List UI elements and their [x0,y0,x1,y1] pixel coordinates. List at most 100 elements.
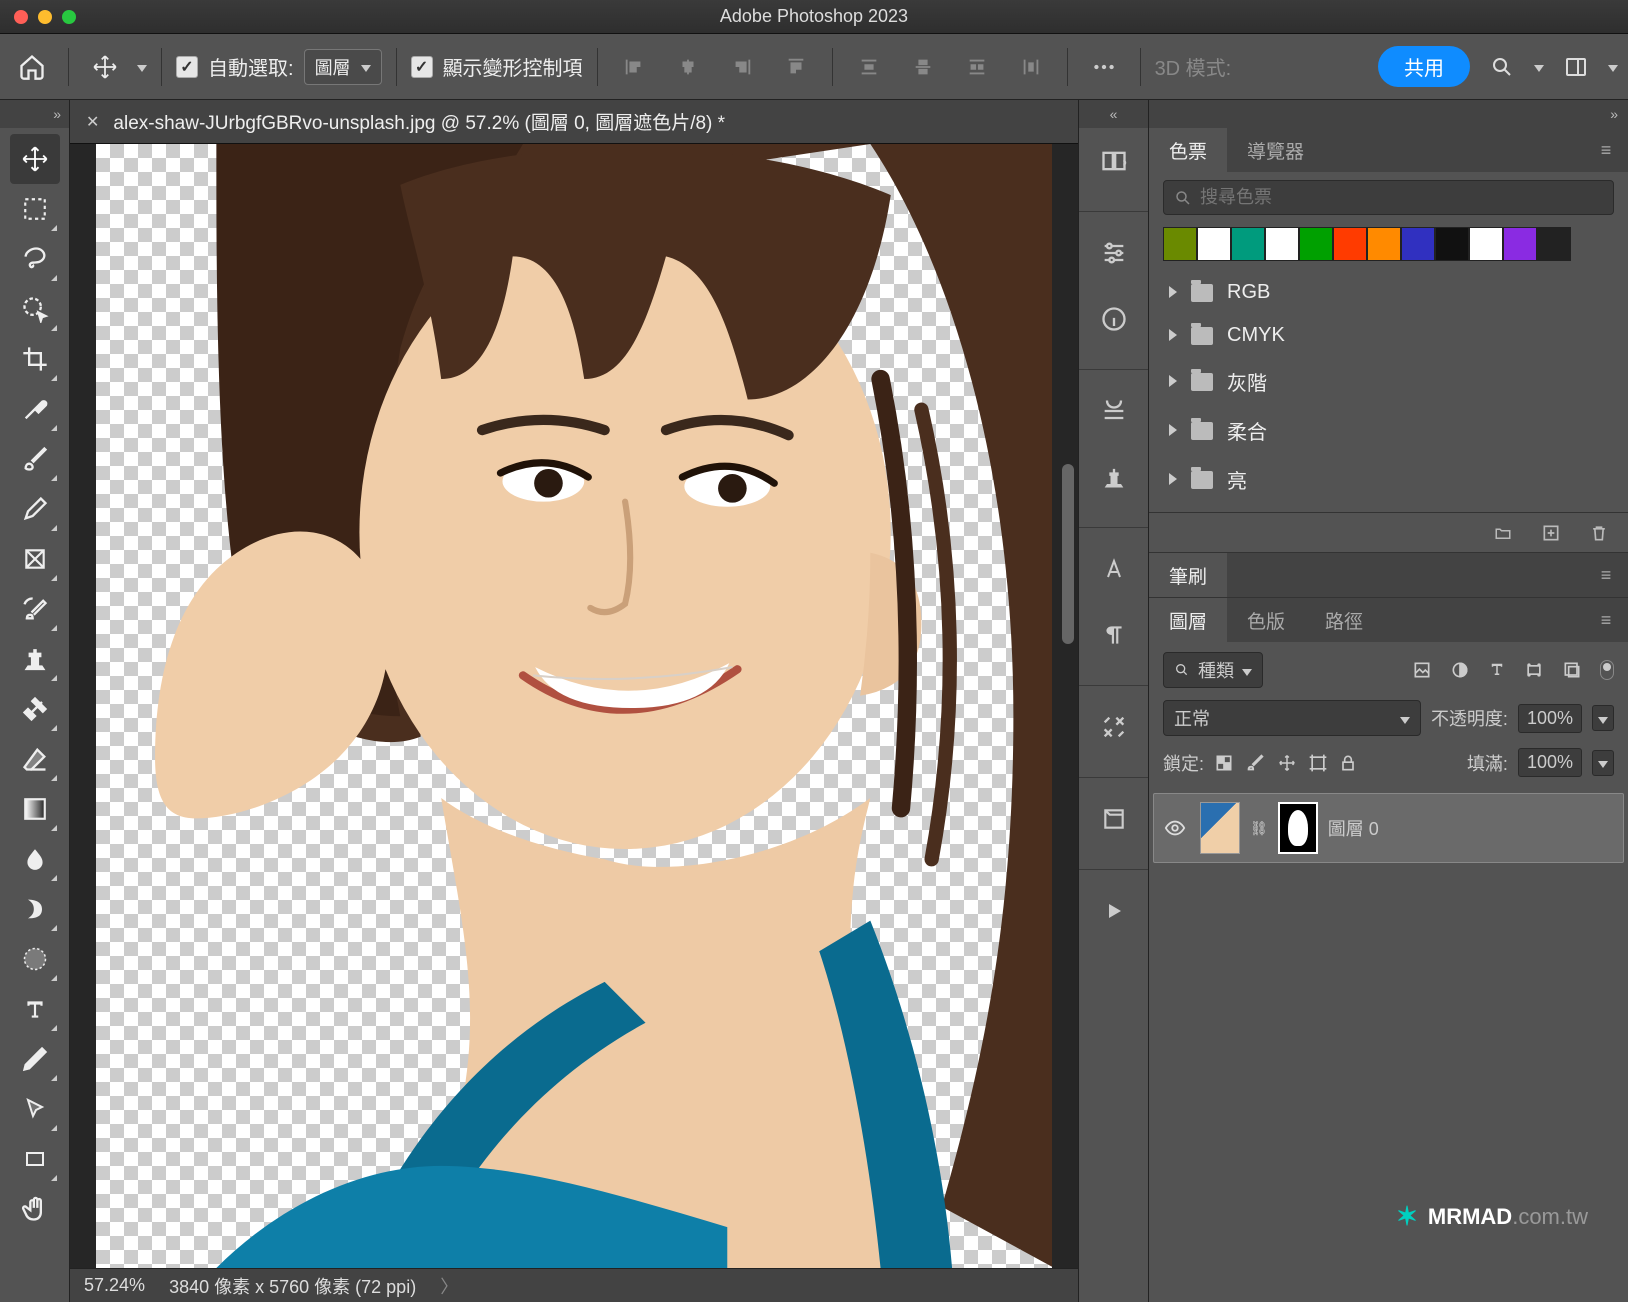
document-tab[interactable]: ✕ alex-shaw-JUrbgfGBRvo-unsplash.jpg @ 5… [86,108,725,135]
filter-pixel-icon[interactable] [1412,660,1432,680]
opacity-value[interactable]: 100% [1518,704,1582,733]
swatch-group-item[interactable]: 柔合 [1163,406,1614,455]
pencil-tool[interactable] [10,484,60,534]
lock-image-icon[interactable] [1244,752,1266,774]
filter-adjust-icon[interactable] [1450,660,1470,680]
filter-shape-icon[interactable] [1524,660,1544,680]
distribute-top-icon[interactable] [847,45,891,89]
tools-collapse-grip[interactable]: » [0,100,69,128]
swatch-color[interactable] [1367,227,1401,261]
pen-tool[interactable] [10,1034,60,1084]
swatch-color[interactable] [1231,227,1265,261]
new-group-icon[interactable] [1492,522,1514,544]
blend-mode-dropdown[interactable]: 正常 [1163,700,1421,736]
opacity-flyout[interactable] [1592,705,1614,731]
clone-stamp-tool[interactable] [10,634,60,684]
layer-thumbnail[interactable] [1200,802,1240,854]
swatch-color[interactable] [1503,227,1537,261]
panels-collapse-grip[interactable]: » [1149,100,1628,128]
frame-tool[interactable] [10,534,60,584]
history-brush-tool[interactable] [10,584,60,634]
swatch-color[interactable] [1537,227,1571,261]
tools-preset-panel-icon[interactable] [1089,702,1139,752]
path-selection-tool[interactable] [10,1084,60,1134]
crop-tool[interactable] [10,334,60,384]
character-panel-icon[interactable] [1089,544,1139,594]
swatch-color[interactable] [1333,227,1367,261]
dodge-tool[interactable] [10,934,60,984]
healing-brush-tool[interactable] [10,684,60,734]
auto-select-target-dropdown[interactable]: 圖層 [304,49,382,85]
status-chevron-icon[interactable]: 〉 [440,1273,458,1299]
lasso-tool[interactable] [10,234,60,284]
tool-preset-dropdown[interactable] [137,56,147,77]
workspace-switcher-button[interactable] [1554,45,1598,89]
marquee-tool[interactable] [10,184,60,234]
lock-transparency-icon[interactable] [1214,753,1234,773]
layer-row[interactable]: ⛓ 圖層 0 [1153,793,1624,863]
brush-tool[interactable] [10,434,60,484]
panel-menu-icon[interactable]: ≡ [1584,128,1628,172]
distribute-hcenter-icon[interactable] [1009,45,1053,89]
channels-tab[interactable]: 色版 [1227,598,1305,642]
eraser-tool[interactable] [10,734,60,784]
filter-toggle-icon[interactable] [1600,660,1614,680]
filter-type-icon[interactable] [1488,660,1506,680]
layer-name[interactable]: 圖層 0 [1328,815,1379,841]
layer-filter-type-dropdown[interactable]: 種類 [1163,652,1263,688]
layers-tab[interactable]: 圖層 [1149,598,1227,642]
distribute-vcenter-icon[interactable] [901,45,945,89]
show-transform-checkbox[interactable] [411,56,433,78]
delete-swatch-icon[interactable] [1588,522,1610,544]
eyedropper-tool[interactable] [10,384,60,434]
canvas[interactable] [70,144,1078,1268]
layer-visibility-icon[interactable] [1164,817,1190,839]
swatch-color[interactable] [1163,227,1197,261]
search-button[interactable] [1480,45,1524,89]
tab-close-icon[interactable]: ✕ [86,112,99,132]
brush-tab[interactable]: 筆刷 [1149,553,1227,597]
info-panel-icon[interactable] [1089,294,1139,344]
swatch-group-item[interactable]: RGB [1163,271,1614,314]
swatch-search-field[interactable] [1200,187,1603,208]
navigator-tab[interactable]: 導覽器 [1227,128,1324,172]
swatch-color[interactable] [1401,227,1435,261]
swatch-group-item[interactable]: 亮 [1163,455,1614,504]
distribute-bottom-icon[interactable] [955,45,999,89]
quick-selection-tool[interactable] [10,284,60,334]
swatch-color[interactable] [1197,227,1231,261]
smudge-tool[interactable] [10,884,60,934]
align-left-icon[interactable] [612,45,656,89]
swatch-search-input[interactable] [1163,180,1614,215]
lock-artboard-icon[interactable] [1308,753,1328,773]
fill-flyout[interactable] [1592,750,1614,776]
panel-menu-icon[interactable]: ≡ [1584,553,1628,597]
paths-tab[interactable]: 路徑 [1305,598,1383,642]
swatch-group-item[interactable]: CMYK [1163,314,1614,357]
fill-value[interactable]: 100% [1518,748,1582,777]
strip-collapse-grip[interactable]: « [1079,100,1148,128]
color-panel-icon[interactable] [1089,136,1139,186]
workspace-dropdown[interactable] [1608,56,1618,77]
swatches-tab[interactable]: 色票 [1149,128,1227,172]
move-tool[interactable] [10,134,60,184]
hand-tool[interactable] [10,1184,60,1234]
play-action-icon[interactable] [1089,886,1139,936]
blur-tool[interactable] [10,834,60,884]
rectangle-tool[interactable] [10,1134,60,1184]
align-hcenter-icon[interactable] [666,45,710,89]
mask-link-icon[interactable]: ⛓ [1250,820,1268,837]
new-swatch-icon[interactable] [1540,522,1562,544]
layer-mask-thumbnail[interactable] [1278,802,1318,854]
swatch-group-item[interactable]: 灰階 [1163,357,1614,406]
paragraph-panel-icon[interactable] [1089,610,1139,660]
libraries-panel-icon[interactable] [1089,794,1139,844]
clone-source-panel-icon[interactable] [1089,452,1139,502]
swatch-color[interactable] [1469,227,1503,261]
align-top-icon[interactable] [774,45,818,89]
lock-all-icon[interactable] [1338,753,1358,773]
move-tool-indicator-icon[interactable] [83,45,127,89]
more-align-icon[interactable] [1082,45,1126,89]
status-zoom[interactable]: 57.24% [84,1275,145,1296]
share-button[interactable]: 共用 [1378,46,1470,87]
